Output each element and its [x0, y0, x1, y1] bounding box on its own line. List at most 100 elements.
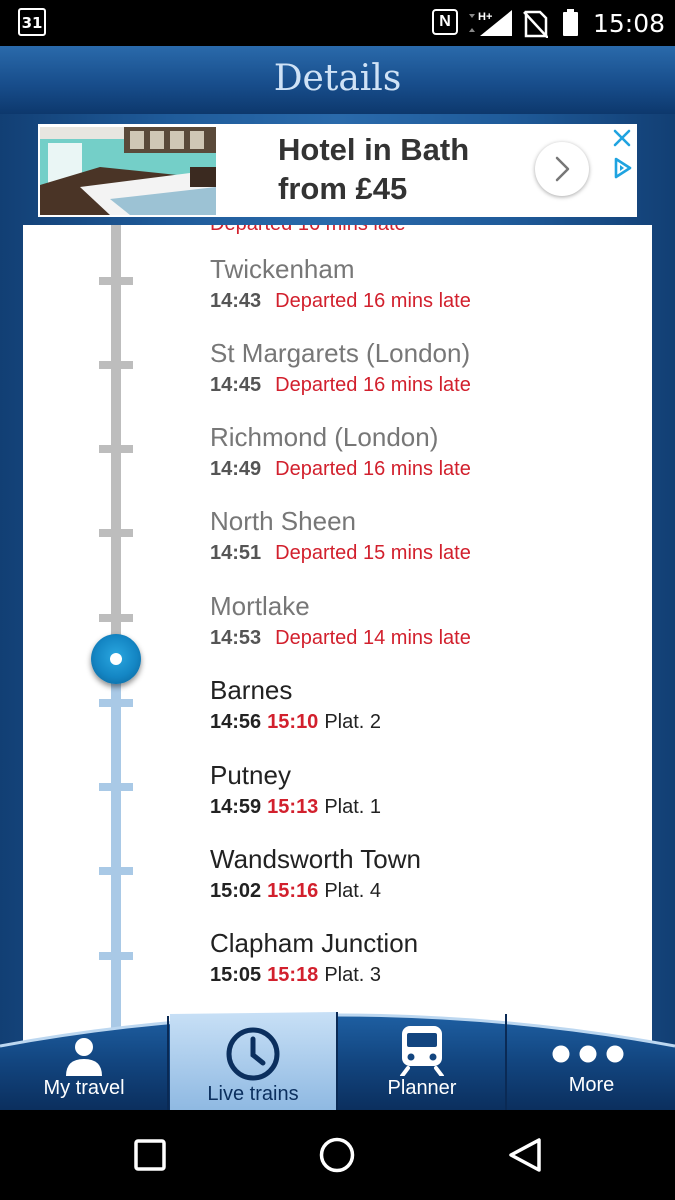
scheduled-time: 14:56: [210, 711, 262, 733]
station-name: Clapham Junction: [210, 928, 419, 958]
battery-icon: [563, 9, 578, 36]
scheduled-time: 14:59: [210, 796, 262, 818]
station-name: St Margarets (London): [210, 338, 471, 368]
cellular-signal-icon: H+: [469, 10, 512, 36]
route-timeline[interactable]: Departed 16 mins late Twickenham 14:43 De…: [23, 225, 652, 1045]
stop-times: 14:43 Departed 16 mins late: [210, 290, 471, 313]
stop-tick: [99, 952, 133, 960]
home-circle-icon[interactable]: [318, 1136, 356, 1174]
station-name: Barnes: [210, 675, 293, 705]
scheduled-time: 14:53: [210, 627, 262, 649]
stop-times: 14:53 Departed 14 mins late: [210, 627, 471, 650]
ad-open-button[interactable]: [535, 142, 589, 196]
platform-label: Plat. 2: [324, 711, 382, 733]
station-name: Wandsworth Town: [210, 844, 421, 874]
header-bar: Details: [0, 46, 675, 114]
platform-label: Plat. 1: [324, 796, 382, 818]
network-type-label: H+: [478, 11, 492, 23]
close-icon[interactable]: [610, 126, 634, 150]
clock-icon: [226, 1027, 280, 1081]
list-item[interactable]: Richmond (London) 14:49 Departed 16 mins …: [210, 422, 630, 502]
clock-time: 15:08: [593, 9, 666, 38]
nfc-icon: N: [432, 9, 458, 35]
ad-banner[interactable]: Hotel in Bath from £45: [38, 124, 637, 217]
back-triangle-icon[interactable]: [506, 1136, 544, 1174]
stop-tick: [99, 783, 133, 791]
scheduled-time: 15:05: [210, 964, 262, 986]
station-name: Twickenham: [210, 254, 355, 284]
app-screen: Details Hotel in Bath from £45 Twickenha…: [0, 46, 675, 1110]
stop-tick: [99, 277, 133, 285]
hotel-room-photo[interactable]: [40, 127, 216, 215]
scheduled-time: 14:43: [210, 290, 262, 312]
departure-status: Departed 14 mins late: [275, 627, 471, 649]
list-item[interactable]: Mortlake 14:53 Departed 14 mins late: [210, 591, 630, 671]
calendar-icon: 31: [18, 8, 46, 36]
more-dots-icon: [552, 1045, 624, 1063]
scheduled-time: 14:45: [210, 374, 262, 396]
stop-tick: [99, 361, 133, 369]
platform-label: Plat. 3: [324, 964, 382, 986]
tab-live-trains[interactable]: Live trains: [170, 1006, 336, 1110]
recents-square-icon[interactable]: [133, 1138, 167, 1172]
past-route-line: [111, 225, 121, 659]
station-name: North Sheen: [210, 506, 356, 536]
list-item[interactable]: Twickenham 14:43 Departed 16 mins late: [210, 254, 630, 334]
expected-time: 15:16: [267, 880, 319, 902]
stop-times: 15:05 15:18 Plat. 3: [210, 964, 381, 987]
stop-times: 14:49 Departed 16 mins late: [210, 458, 471, 481]
stop-tick: [99, 699, 133, 707]
scheduled-time: 14:51: [210, 542, 262, 564]
list-item[interactable]: Clapham Junction 15:05 15:18 Plat. 3: [210, 928, 630, 1008]
page-title: Details: [273, 58, 402, 99]
departure-status: Departed 15 mins late: [275, 542, 471, 564]
list-item[interactable]: North Sheen 14:51 Departed 15 mins late: [210, 506, 630, 586]
current-position-marker: [91, 634, 141, 684]
tab-my-travel[interactable]: My travel: [0, 1006, 168, 1110]
stop-tick: [99, 529, 133, 537]
status-bar: 31 N H+ 15:08: [0, 0, 675, 46]
tab-label: Planner: [387, 1077, 457, 1099]
expected-time: 15:18: [267, 964, 319, 986]
stop-times: 15:02 15:16 Plat. 4: [210, 880, 381, 903]
scheduled-time: 14:49: [210, 458, 262, 480]
adchoices-icon[interactable]: [610, 156, 634, 180]
platform-label: Plat. 4: [324, 880, 382, 902]
ad-headline[interactable]: Hotel in Bath from £45: [278, 130, 469, 208]
station-name: Putney: [210, 760, 291, 790]
tab-planner[interactable]: Planner: [338, 1006, 506, 1110]
future-route-line: [111, 659, 121, 1045]
departure-status: Departed 16 mins late: [275, 374, 471, 396]
departure-status: Departed 16 mins late: [275, 458, 471, 480]
stop-tick: [99, 614, 133, 622]
expected-time: 15:13: [267, 796, 319, 818]
stop-tick: [99, 445, 133, 453]
stop-times: 14:51 Departed 15 mins late: [210, 542, 471, 565]
tab-label: Live trains: [207, 1083, 299, 1105]
list-item[interactable]: Wandsworth Town 15:02 15:16 Plat. 4: [210, 844, 630, 924]
stop-tick: [99, 867, 133, 875]
station-name: Richmond (London): [210, 422, 439, 452]
scheduled-time: 15:02: [210, 880, 262, 902]
stop-times: 14:56 15:10 Plat. 2: [210, 711, 381, 734]
stop-times: 14:59 15:13 Plat. 1: [210, 796, 381, 819]
station-name: Mortlake: [210, 591, 310, 621]
ad-headline-line1: Hotel in Bath: [278, 132, 470, 167]
person-icon: [66, 1038, 102, 1076]
bottom-tab-bar: My travel Live trains Planner More: [0, 1006, 675, 1110]
chevron-right-icon: [555, 156, 570, 182]
expected-time: 15:10: [267, 711, 319, 733]
no-sim-icon: [523, 10, 548, 38]
train-icon: [400, 1026, 444, 1076]
list-item[interactable]: Putney 14:59 15:13 Plat. 1: [210, 760, 630, 840]
ad-headline-line2: from £45: [278, 171, 408, 206]
list-item[interactable]: Barnes 14:56 15:10 Plat. 2: [210, 675, 630, 755]
stop-times: 14:45 Departed 16 mins late: [210, 374, 471, 397]
departure-status: Departed 16 mins late: [275, 290, 471, 312]
system-nav-bar: [0, 1110, 675, 1200]
tab-more[interactable]: More: [508, 1006, 675, 1110]
tab-label: My travel: [43, 1077, 125, 1099]
tab-label: More: [568, 1074, 615, 1096]
cutoff-status-text: Departed 16 mins late: [210, 225, 406, 236]
list-item[interactable]: St Margarets (London) 14:45 Departed 16 m…: [210, 338, 630, 418]
